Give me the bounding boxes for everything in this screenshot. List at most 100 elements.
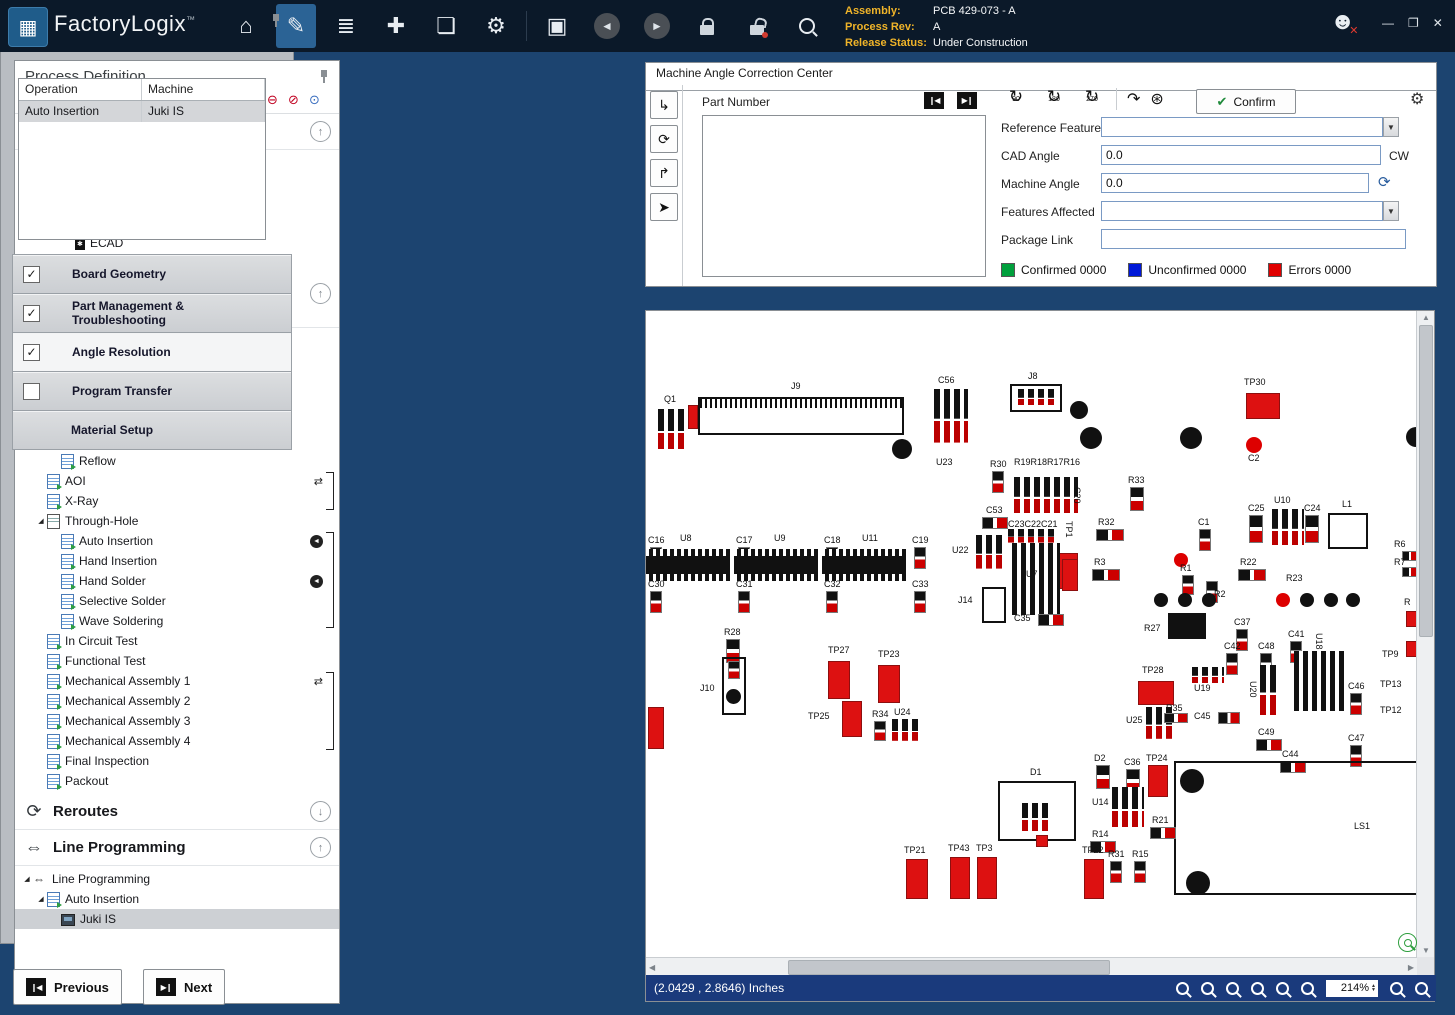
step-material-setup[interactable]: Material Setup bbox=[12, 411, 292, 450]
process-definition-icon[interactable]: ✎ bbox=[276, 4, 316, 48]
horizontal-scroll-thumb[interactable] bbox=[788, 960, 1110, 975]
tree-item-auto-insertion[interactable]: Auto Insertion◄ bbox=[15, 531, 339, 551]
tree-item-through-hole[interactable]: ◢Through-Hole bbox=[15, 511, 339, 531]
pan-icon[interactable] bbox=[1201, 982, 1214, 995]
user-account-icon[interactable]: ☻✕ bbox=[1330, 8, 1364, 36]
tree-item-selective-solder[interactable]: Selective Solder bbox=[15, 591, 339, 611]
magnifier-toggle-button[interactable] bbox=[1398, 933, 1417, 952]
tree-item-mechanical-assembly-2[interactable]: Mechanical Assembly 2 bbox=[15, 691, 339, 711]
reference-feature-dropdown-icon[interactable]: ▼ bbox=[1383, 117, 1399, 137]
suspend-icon[interactable]: ⊙ bbox=[306, 92, 323, 108]
audit-search-icon[interactable] bbox=[787, 4, 827, 48]
angle-settings-gear-icon[interactable]: ⚙ bbox=[1410, 89, 1424, 109]
back-icon[interactable]: ◄ bbox=[587, 4, 627, 48]
rotate-feature-icon[interactable]: ⟳ bbox=[650, 125, 678, 153]
save-icon[interactable]: ▣ bbox=[537, 4, 577, 48]
lock-icon[interactable] bbox=[687, 4, 727, 48]
remove-icon[interactable]: ⊖ bbox=[264, 92, 281, 108]
column-header-operation[interactable]: Operation bbox=[19, 79, 142, 100]
cad-angle-input[interactable] bbox=[1101, 145, 1381, 165]
column-header-machine[interactable]: Machine bbox=[142, 79, 265, 100]
zoom-out-icon[interactable] bbox=[1251, 982, 1264, 995]
reroutes-section-header[interactable]: ⟳ Reroutes ↓ bbox=[15, 794, 339, 830]
package-link-input[interactable] bbox=[1101, 229, 1406, 249]
part-number-list[interactable] bbox=[702, 115, 986, 277]
rotate-270-button[interactable]: ↻270 bbox=[1078, 87, 1106, 111]
step-checkbox[interactable]: ✓ bbox=[23, 266, 40, 283]
collapse-product-button[interactable]: ↑ bbox=[310, 121, 331, 142]
machine-angle-input[interactable] bbox=[1101, 173, 1369, 193]
horizontal-scrollbar[interactable]: ◀ ▶ bbox=[646, 957, 1417, 976]
tree-item-mechanical-assembly-1[interactable]: Mechanical Assembly 1⇄ bbox=[15, 671, 339, 691]
tree-item-hand-solder[interactable]: Hand Solder◄ bbox=[15, 571, 339, 591]
zoom-spinner[interactable]: ▲▼ bbox=[1371, 984, 1376, 992]
step-angle-resolution[interactable]: ✓Angle Resolution bbox=[12, 333, 292, 372]
zoom-level-input[interactable]: 214% ▲▼ bbox=[1326, 980, 1378, 997]
refresh-angle-icon[interactable]: ⟳ bbox=[1378, 173, 1391, 191]
vertical-scrollbar[interactable]: ▲ ▼ bbox=[1416, 311, 1434, 957]
zoom-extents-icon[interactable] bbox=[1301, 982, 1314, 995]
tree-item-mechanical-assembly-4[interactable]: Mechanical Assembly 4 bbox=[15, 731, 339, 751]
pcb-canvas[interactable]: Q1J9C56J8TP30C2U23R30R19R18R17R16C20R33C… bbox=[646, 311, 1416, 957]
expand-reroutes-button[interactable]: ↓ bbox=[310, 801, 331, 822]
scroll-left-icon[interactable]: ◀ bbox=[649, 963, 655, 972]
dart-pin-icon[interactable]: ➤ bbox=[650, 193, 678, 221]
step-checkbox[interactable]: ✓ bbox=[23, 305, 40, 322]
unlock-icon[interactable] bbox=[737, 4, 777, 48]
tree-item-wave-soldering[interactable]: Wave Soldering bbox=[15, 611, 339, 631]
zoom-in-icon[interactable] bbox=[1226, 982, 1239, 995]
zoom-previous-icon[interactable] bbox=[1276, 982, 1289, 995]
rotate-direction-icon[interactable]: ↱ bbox=[650, 159, 678, 187]
minimize-button[interactable]: — bbox=[1382, 16, 1394, 30]
shuffle-icon[interactable]: ⇄ bbox=[314, 475, 323, 488]
step-checkbox[interactable]: ✓ bbox=[23, 344, 40, 361]
reports-icon[interactable]: ❏ bbox=[426, 4, 466, 48]
rotate-board-icon[interactable]: ↳ bbox=[650, 91, 678, 119]
settings-icon[interactable]: ⚙ bbox=[476, 4, 516, 48]
step-program-transfer[interactable]: Program Transfer bbox=[12, 372, 292, 411]
materials-icon[interactable]: ≣ bbox=[326, 4, 366, 48]
last-part-button[interactable]: ▶❙ bbox=[957, 92, 977, 109]
tree-item-functional-test[interactable]: Functional Test bbox=[15, 651, 339, 671]
step-board-geometry[interactable]: ✓Board Geometry bbox=[12, 254, 292, 294]
rotate-180-button[interactable]: ↻180 bbox=[1040, 87, 1068, 111]
rotate-90-button[interactable]: ↻90 bbox=[1002, 87, 1030, 111]
tree-item-final-inspection[interactable]: Final Inspection bbox=[15, 751, 339, 771]
pin-icon[interactable] bbox=[319, 69, 329, 84]
tree-item-reflow[interactable]: Reflow bbox=[15, 451, 339, 471]
step-part-management-troubleshooting[interactable]: ✓Part Management & Troubleshooting bbox=[12, 294, 292, 333]
tree-item-x-ray[interactable]: X-Ray bbox=[15, 491, 339, 511]
pin-icon[interactable] bbox=[271, 13, 281, 28]
step-checkbox[interactable] bbox=[23, 383, 40, 400]
zoom-selected-icon[interactable] bbox=[1390, 982, 1403, 995]
vertical-scroll-thumb[interactable] bbox=[1419, 325, 1433, 637]
confirm-button[interactable]: ✔ Confirm bbox=[1196, 89, 1296, 114]
zoom-window-icon[interactable] bbox=[1176, 982, 1189, 995]
reference-feature-input[interactable] bbox=[1101, 117, 1383, 137]
tree-item-mechanical-assembly-3[interactable]: Mechanical Assembly 3 bbox=[15, 711, 339, 731]
block-icon[interactable]: ⊘ bbox=[285, 92, 302, 108]
tree-item-auto-insertion[interactable]: ◢Auto Insertion bbox=[15, 889, 339, 909]
maximize-button[interactable]: ❐ bbox=[1408, 16, 1419, 30]
scroll-right-icon[interactable]: ▶ bbox=[1408, 963, 1414, 972]
tree-item-aoi[interactable]: AOI⇄ bbox=[15, 471, 339, 491]
machine-row-juki-is[interactable]: Auto InsertionJuki IS bbox=[19, 101, 265, 122]
tree-item-packout[interactable]: Packout bbox=[15, 771, 339, 791]
zoom-fit-icon[interactable] bbox=[1415, 982, 1428, 995]
scroll-up-icon[interactable]: ▲ bbox=[1422, 313, 1430, 322]
tree-item-line-programming[interactable]: ◢Line Programming bbox=[15, 869, 339, 889]
collapse-process-flow-button[interactable]: ↑ bbox=[310, 283, 331, 304]
arc-rotate-icon[interactable]: ↷ bbox=[1127, 89, 1140, 109]
navigate-icon[interactable]: ✚ bbox=[376, 4, 416, 48]
line-programming-section-header[interactable]: ⇔ Line Programming ↑ bbox=[15, 830, 339, 866]
rotate-all-icon[interactable]: ⊛ bbox=[1150, 89, 1163, 109]
tree-item-hand-insertion[interactable]: Hand Insertion bbox=[15, 551, 339, 571]
features-affected-dropdown-icon[interactable]: ▼ bbox=[1383, 201, 1399, 221]
loop-icon[interactable]: ◄ bbox=[310, 575, 323, 588]
collapse-line-programming-button[interactable]: ↑ bbox=[310, 837, 331, 858]
home-icon[interactable]: ⌂ bbox=[226, 4, 266, 48]
loop-icon[interactable]: ◄ bbox=[310, 535, 323, 548]
features-affected-input[interactable] bbox=[1101, 201, 1383, 221]
tree-item-in-circuit-test[interactable]: In Circuit Test bbox=[15, 631, 339, 651]
tree-item-juki-is[interactable]: Juki IS bbox=[15, 909, 339, 929]
